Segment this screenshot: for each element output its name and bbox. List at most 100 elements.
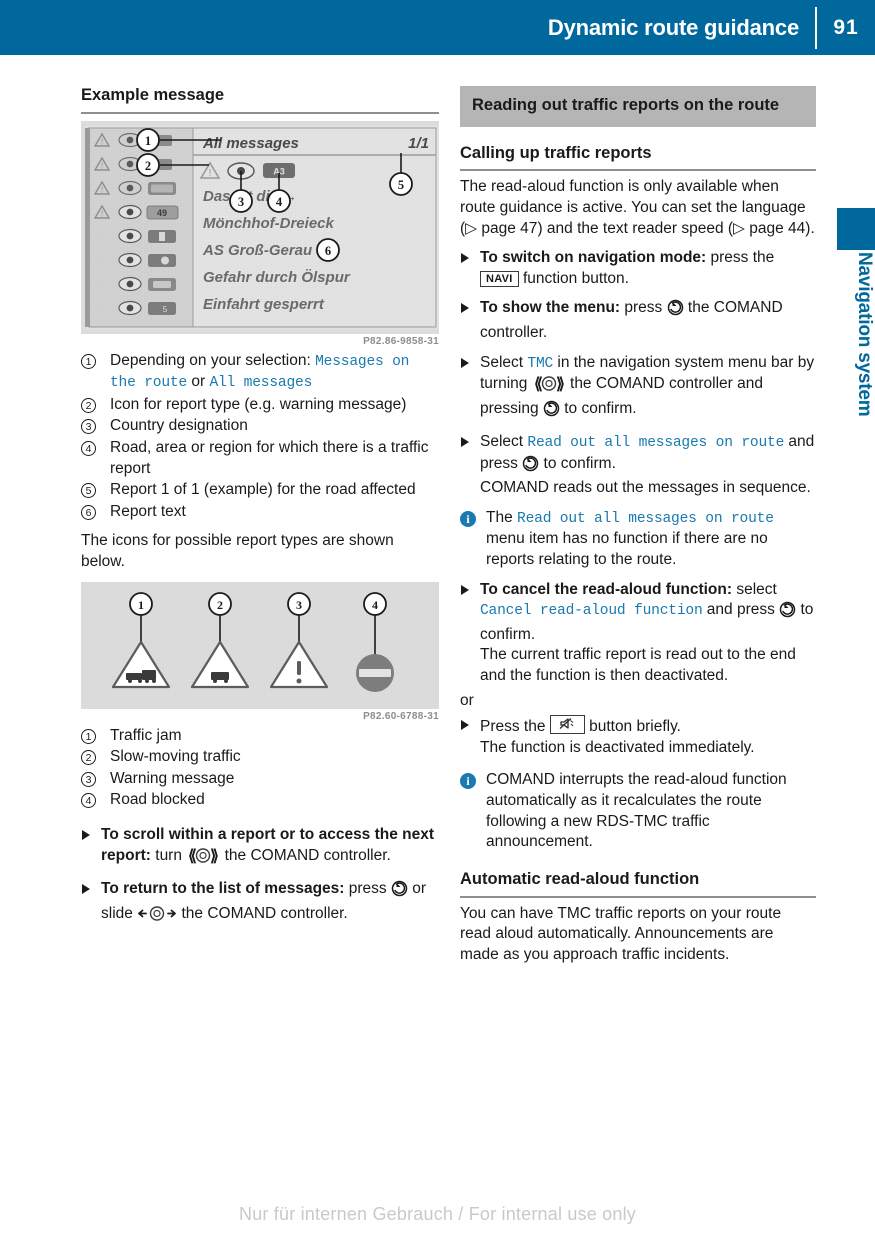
legend-number-2: 2 — [81, 397, 96, 413]
step-readout-extra: COMAND reads out the messages in sequenc… — [480, 479, 811, 497]
note-comand-interrupts: i COMAND interrupts the read-aloud funct… — [460, 770, 816, 852]
svg-text:1: 1 — [145, 134, 151, 148]
step-switch-navigation-mode: To switch on navigation mode: press the … — [460, 248, 816, 289]
svg-text:4: 4 — [276, 195, 283, 209]
right-step-list-2: To cancel the read-aloud function: selec… — [460, 580, 816, 687]
legend-text-6: Report text — [110, 502, 186, 520]
step-cancel-mono: Cancel read-aloud function — [480, 603, 703, 620]
step-tmc-tail2: to confirm. — [559, 399, 637, 417]
nav-line-5: Einfahrt gesperrt — [203, 296, 325, 313]
svg-text:3: 3 — [238, 195, 244, 209]
legend-icon-number-3: 3 — [81, 771, 96, 787]
step-press-mute: Press the button briefly. The function is… — [460, 715, 816, 758]
page-title: Dynamic route guidance — [547, 14, 799, 40]
legend-text-1a: Depending on your selection: — [110, 351, 316, 369]
closing-paragraph: You can have TMC traffic reports on your… — [460, 904, 782, 963]
svg-text:2: 2 — [145, 159, 151, 173]
legend-text-3: Country designation — [110, 417, 248, 435]
step-return-list: To return to the list of messages: press… — [81, 879, 439, 928]
legend-text-4: Road, area or region for which there is … — [110, 439, 429, 477]
nav-screen-counter: 1/1 — [408, 135, 429, 152]
svg-text:1: 1 — [138, 598, 144, 612]
svg-text:!: ! — [101, 209, 103, 218]
step-menu-bold: To show the menu: — [480, 299, 621, 317]
legend-icon-item-4: 4 Road blocked — [81, 790, 439, 811]
intro-paragraph: The read-aloud function is only availabl… — [460, 177, 816, 239]
legend-icons-list: 1 Traffic jam 2 Slow-moving traffic 3 Wa… — [81, 726, 439, 811]
svg-text:⟪: ⟪ — [534, 376, 543, 392]
left-column: Example message ! ! ! ! 49 5 All message… — [81, 86, 439, 938]
legend-icon-text-4: Road blocked — [110, 791, 205, 809]
press-controller-icon — [779, 601, 796, 625]
svg-text:!: ! — [101, 161, 103, 170]
legend-item-3: 3 Country designation — [81, 416, 439, 437]
figure-report-type-icons: 1 2 3 4 P82.60-6788-31 — [81, 581, 439, 722]
legend-icon-text-2: Slow-moving traffic — [110, 748, 241, 766]
figure-id-message: P82.86-9858-31 — [363, 335, 439, 347]
step-arrow-icon — [461, 357, 469, 368]
svg-text:⟫: ⟫ — [210, 848, 219, 864]
icon-strip-mock: 1 2 3 4 — [81, 581, 439, 709]
legend-number-6: 6 — [81, 504, 96, 520]
step-arrow-icon — [461, 303, 469, 314]
step-readout-tail: to confirm. — [539, 454, 616, 472]
step-readout-after: Select — [480, 433, 528, 451]
note1-post: menu item has no function if there are n… — [486, 530, 768, 568]
step-navi-after: press the — [706, 249, 775, 267]
nav-screen-svg: ! ! ! ! 49 5 All messages 1/1 ! A3 Das d… — [81, 120, 439, 334]
legend-icon-number-4: 4 — [81, 793, 96, 809]
step-arrow-icon — [82, 830, 90, 841]
legend-icon-item-3: 3 Warning message — [81, 769, 439, 790]
step-return-tail2: the COMAND controller. — [177, 904, 348, 922]
legend-icon-item-1: 1 Traffic jam — [81, 726, 439, 747]
step-menu-after: press — [620, 299, 667, 317]
legend-item-6: 6 Report text — [81, 502, 439, 523]
svg-text:!: ! — [101, 185, 103, 194]
road-badge-49: 49 — [157, 208, 167, 218]
step-mute-pre: Press the — [480, 718, 550, 736]
legend-item-2: 2 Icon for report type (e.g. warning mes… — [81, 395, 439, 416]
chapter-tab-label: Navigation system — [854, 252, 875, 417]
navi-button-icon[interactable]: NAVI — [480, 270, 519, 287]
step-cancel-read-aloud: To cancel the read-aloud function: selec… — [460, 580, 816, 687]
legend-number-5: 5 — [81, 483, 96, 499]
step-mute-extra: The function is deactivated immediately. — [480, 738, 755, 756]
step-scroll-tail: the COMAND controller. — [220, 846, 391, 864]
legend-text-1b: or — [187, 373, 210, 391]
step-tmc-after: Select — [480, 353, 528, 371]
step-cancel-after: select — [732, 580, 777, 598]
legend-number-3: 3 — [81, 419, 96, 435]
legend-mono-1b: All messages — [209, 375, 313, 392]
step-scroll-after: turn — [150, 846, 187, 864]
step-cancel-extra: The current traffic report is read out t… — [480, 646, 796, 684]
legend-icon-text-1: Traffic jam — [110, 726, 182, 744]
info-icon: i — [460, 510, 476, 527]
legend-item-5: 5 Report 1 of 1 (example) for the road a… — [81, 480, 439, 501]
step-return-bold: To return to the list of messages: — [101, 880, 345, 898]
legend-icon-number-1: 1 — [81, 728, 96, 744]
note1-mono: Read out all messages on route — [517, 510, 774, 527]
svg-text:5: 5 — [398, 178, 404, 192]
legend-number-4: 4 — [81, 441, 96, 456]
info-icon: i — [460, 773, 476, 790]
svg-text:4: 4 — [372, 598, 378, 612]
nav-screen-title: All messages — [202, 135, 299, 152]
intro-part2: ) and the text reader speed ( — [537, 219, 734, 237]
section-heading-reading-out: Reading out traffic reports on the route — [460, 86, 816, 127]
subheading-calling-up: Calling up traffic reports — [460, 144, 816, 172]
legend-item-1: 1 Depending on your selection: Messages … — [81, 351, 439, 394]
right-step-list-1: To switch on navigation mode: press the … — [460, 248, 816, 499]
note1-pre: The — [486, 508, 518, 526]
page-ref-44: ▷ page 44 — [733, 219, 806, 237]
mute-button-icon[interactable] — [549, 715, 585, 735]
step-arrow-icon — [461, 437, 469, 448]
legend-message-list: 1 Depending on your selection: Messages … — [81, 351, 439, 522]
step-arrow-icon — [82, 884, 90, 895]
section-heading-example-message: Example message — [81, 86, 439, 114]
turn-controller-icon: ⟪ ⟫ — [532, 375, 566, 399]
step-cancel-bold: To cancel the read-aloud function: — [480, 580, 733, 598]
step-cancel-mid: and press — [702, 601, 780, 619]
press-controller-icon — [543, 400, 560, 424]
right-column: Reading out traffic reports on the route… — [460, 86, 816, 975]
svg-text:2: 2 — [217, 598, 223, 612]
